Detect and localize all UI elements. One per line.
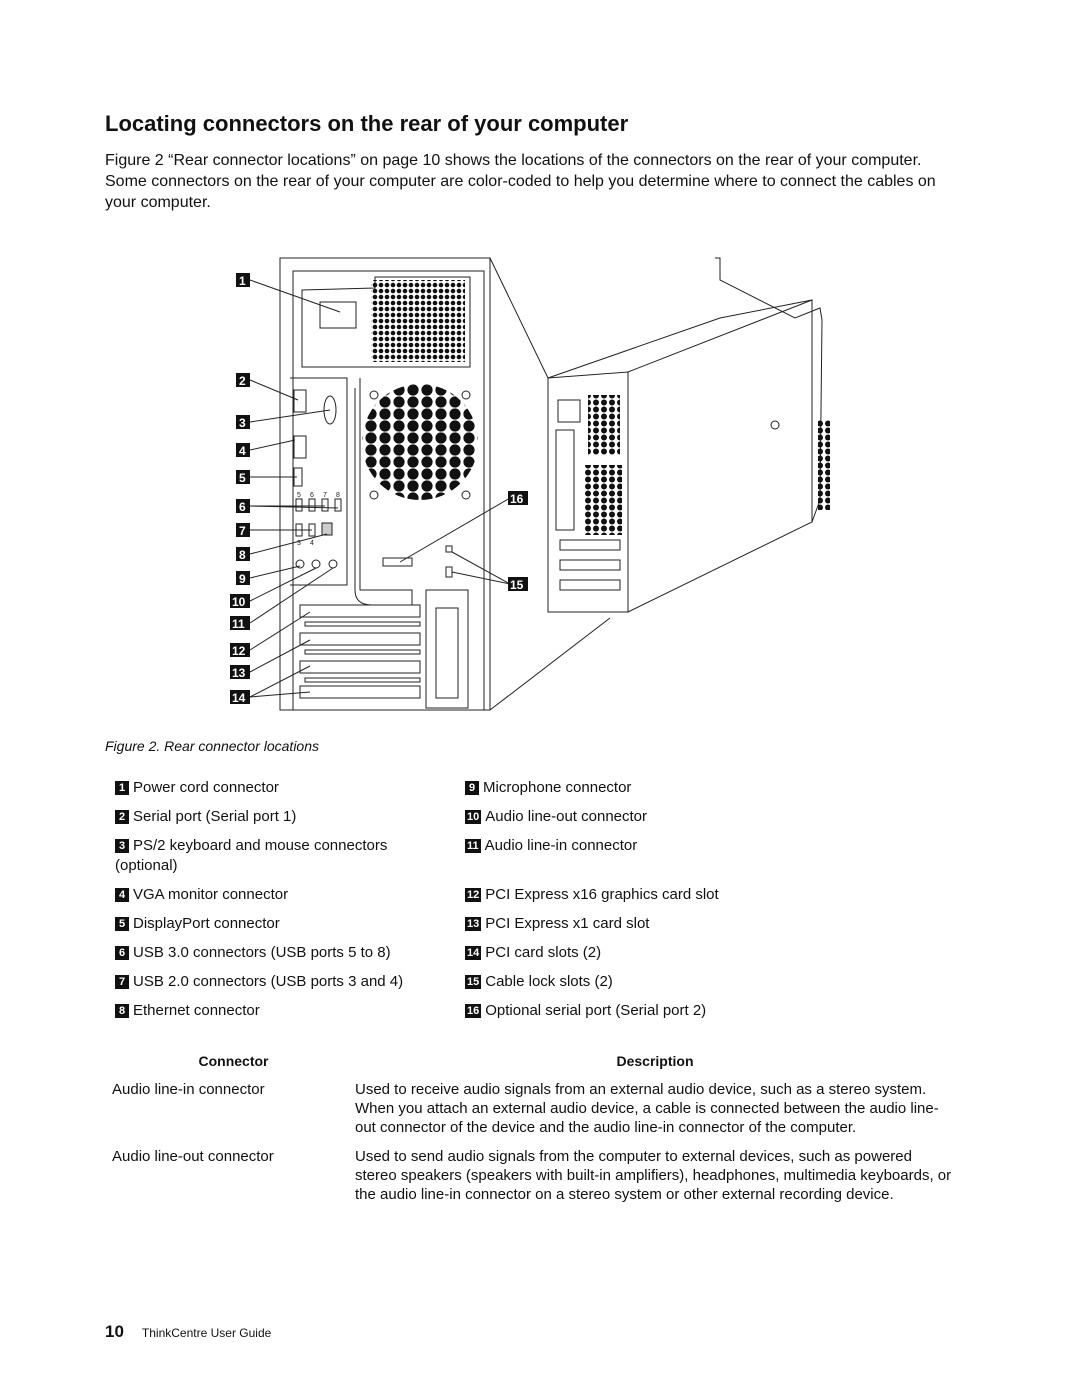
cable-lock-slot bbox=[445, 566, 453, 578]
legend-label: Microphone connector bbox=[483, 779, 632, 796]
usb-port-number: 3 bbox=[297, 540, 301, 547]
callout-4: 4 bbox=[239, 444, 246, 458]
legend-number: 2 bbox=[115, 810, 129, 824]
callout-11: 11 bbox=[232, 617, 245, 631]
legend-item: 2 Serial port (Serial port 1) bbox=[115, 807, 420, 827]
cell-connector: Audio line-out connector bbox=[112, 1148, 274, 1165]
header-connector: Connector bbox=[198, 1053, 269, 1069]
legend-item: 13 PCI Express x1 card slot bbox=[465, 914, 785, 934]
callout-15: 15 bbox=[510, 578, 524, 592]
legend-label: PCI Express x1 card slot bbox=[485, 915, 650, 932]
legend-item: 4 VGA monitor connector bbox=[115, 885, 420, 905]
legend-number: 5 bbox=[115, 917, 129, 931]
connector-legend: 1 Power cord connector 9 Microphone connec… bbox=[115, 778, 785, 1021]
legend-item: 6 USB 3.0 connectors (USB ports 5 to 8) bbox=[115, 943, 420, 963]
power-cord-connector bbox=[319, 301, 357, 329]
callout-10: 10 bbox=[232, 595, 246, 609]
rear-connector-figure: 5 6 7 8 3 4 1 2 3 4 5 6 7 8 9 10 11 12 1… bbox=[230, 257, 830, 711]
legend-item: 11 Audio line-in connector bbox=[465, 836, 785, 876]
callout-13: 13 bbox=[232, 666, 246, 680]
legend-label: PCI card slots (2) bbox=[485, 944, 602, 961]
callout-16: 16 bbox=[510, 492, 524, 506]
figure-caption: Figure 2. Rear connector locations bbox=[105, 738, 319, 754]
page-footer: 10 ThinkCentre User Guide bbox=[105, 1322, 271, 1342]
page-number: 10 bbox=[105, 1322, 124, 1341]
legend-label: PCI Express x16 graphics card slot bbox=[485, 886, 719, 903]
legend-number: 9 bbox=[465, 781, 479, 795]
connector-table: Connector Description Audio line-in conn… bbox=[112, 1052, 955, 1214]
legend-label: Cable lock slots (2) bbox=[485, 973, 613, 990]
guide-title: ThinkCentre User Guide bbox=[141, 1326, 272, 1340]
cell-connector: Audio line-in connector bbox=[112, 1081, 265, 1098]
callout-8: 8 bbox=[239, 548, 246, 562]
callout-14: 14 bbox=[232, 691, 246, 705]
legend-item: 3 PS/2 keyboard and mouse connectors (opt… bbox=[115, 836, 420, 876]
legend-number: 6 bbox=[115, 946, 129, 960]
legend-label: PS/2 keyboard and mouse connectors (opti… bbox=[115, 837, 388, 874]
vga-connector bbox=[293, 435, 307, 459]
callout-6: 6 bbox=[239, 500, 246, 514]
cable-lock-slot bbox=[445, 545, 453, 553]
legend-number: 10 bbox=[465, 810, 482, 824]
legend-number: 4 bbox=[115, 888, 129, 902]
legend-number: 14 bbox=[465, 946, 482, 960]
cell-description: Used to send audio signals from the comp… bbox=[355, 1148, 952, 1203]
usb-port-number: 8 bbox=[336, 492, 340, 499]
legend-item: 9 Microphone connector bbox=[465, 778, 785, 798]
legend-number: 12 bbox=[465, 888, 482, 902]
usb-port-number: 5 bbox=[297, 492, 301, 499]
legend-item: 14 PCI card slots (2) bbox=[465, 943, 785, 963]
legend-item: 1 Power cord connector bbox=[115, 778, 420, 798]
callout-5: 5 bbox=[239, 471, 246, 485]
legend-item: 7 USB 2.0 connectors (USB ports 3 and 4) bbox=[115, 972, 420, 992]
legend-item: 10 Audio line-out connector bbox=[465, 807, 785, 827]
callout-3: 3 bbox=[239, 416, 246, 430]
serial-port-1 bbox=[293, 389, 307, 413]
legend-number: 1 bbox=[115, 781, 129, 795]
legend-label: USB 2.0 connectors (USB ports 3 and 4) bbox=[133, 973, 404, 990]
callout-9: 9 bbox=[239, 572, 246, 586]
legend-label: USB 3.0 connectors (USB ports 5 to 8) bbox=[133, 944, 391, 961]
legend-label: Ethernet connector bbox=[133, 1002, 260, 1019]
legend-label: Audio line-out connector bbox=[485, 808, 648, 825]
legend-item: 12 PCI Express x16 graphics card slot bbox=[465, 885, 785, 905]
legend-label: Serial port (Serial port 1) bbox=[133, 808, 297, 825]
legend-label: Optional serial port (Serial port 2) bbox=[485, 1002, 707, 1019]
callout-2: 2 bbox=[239, 374, 246, 388]
header-description: Description bbox=[616, 1053, 694, 1069]
legend-number: 3 bbox=[115, 839, 129, 853]
legend-number: 15 bbox=[465, 975, 482, 989]
legend-number: 8 bbox=[115, 1004, 129, 1018]
legend-number: 16 bbox=[465, 1004, 482, 1018]
ethernet-connector bbox=[321, 522, 333, 536]
legend-label: Power cord connector bbox=[133, 779, 279, 796]
legend-label: VGA monitor connector bbox=[133, 886, 289, 903]
legend-label: Audio line-in connector bbox=[484, 837, 638, 854]
callout-12: 12 bbox=[232, 644, 246, 658]
usb-port-number: 6 bbox=[310, 492, 314, 499]
table-header: Connector Description bbox=[112, 1052, 955, 1071]
usb-port-number: 7 bbox=[323, 492, 327, 499]
legend-number: 13 bbox=[465, 917, 482, 931]
legend-label: DisplayPort connector bbox=[133, 915, 280, 932]
legend-item: 16 Optional serial port (Serial port 2) bbox=[465, 1001, 785, 1021]
callout-1: 1 bbox=[239, 274, 246, 288]
cell-description: Used to receive audio signals from an ex… bbox=[355, 1081, 939, 1136]
legend-item: 8 Ethernet connector bbox=[115, 1001, 420, 1021]
legend-number: 11 bbox=[465, 839, 481, 853]
callout-7: 7 bbox=[239, 524, 246, 538]
optional-serial-port-2 bbox=[382, 557, 413, 567]
legend-item: 15 Cable lock slots (2) bbox=[465, 972, 785, 992]
page-title: Locating connectors on the rear of your … bbox=[105, 111, 629, 136]
intro-paragraph: Figure 2 “Rear connector locations” on p… bbox=[105, 152, 936, 211]
table-row: Audio line-in connector Used to receive … bbox=[112, 1080, 955, 1137]
usb-port-number: 4 bbox=[310, 540, 314, 547]
legend-item: 5 DisplayPort connector bbox=[115, 914, 420, 934]
legend-number: 7 bbox=[115, 975, 129, 989]
table-row: Audio line-out connector Used to send au… bbox=[112, 1147, 955, 1204]
